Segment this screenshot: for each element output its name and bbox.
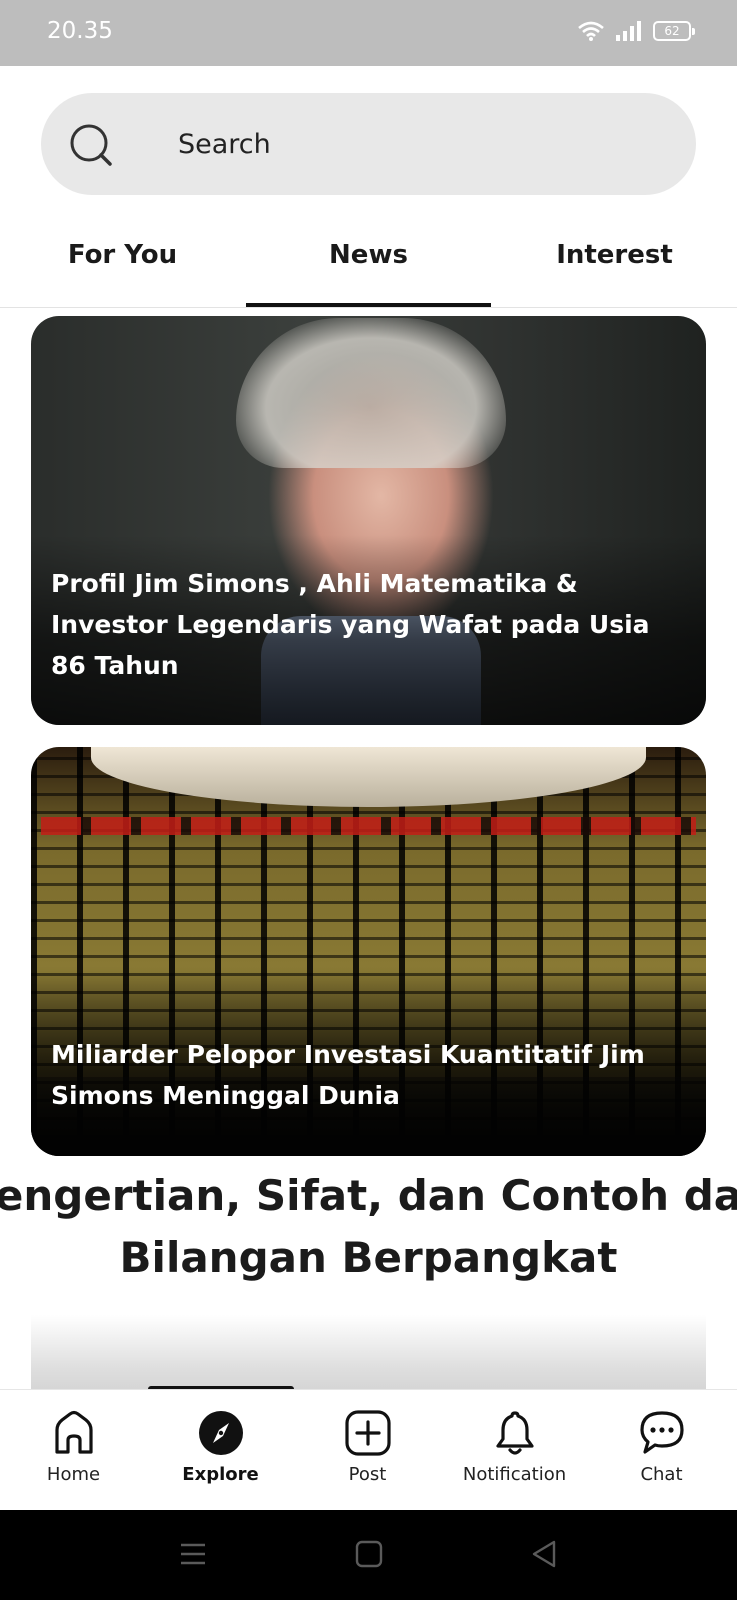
nav-notification[interactable]: Notification: [441, 1408, 588, 1485]
nav-label: Post: [348, 1464, 387, 1485]
battery-icon: 62: [653, 21, 695, 41]
nav-label: Notification: [462, 1464, 567, 1485]
back-icon[interactable]: [527, 1537, 561, 1571]
nav-home[interactable]: Home: [0, 1408, 147, 1485]
wifi-icon: [578, 21, 604, 41]
news-card[interactable]: Miliarder Pelopor Investasi Kuantitatif …: [31, 747, 706, 1156]
news-card-headline: Bilangan Berpangkat: [119, 1233, 618, 1282]
card-image: [91, 747, 646, 807]
news-card[interactable]: Profil Jim Simons , Ahli Matematika & In…: [31, 316, 706, 725]
status-icons: 62: [577, 20, 695, 42]
search-bar[interactable]: [41, 93, 696, 195]
tab-bar: For You News Interest: [0, 228, 737, 308]
news-card[interactable]: engertian, Sifat, dan Contoh da Bilangan…: [0, 1163, 737, 1393]
plus-square-icon: [344, 1410, 391, 1456]
nav-label: Chat: [640, 1464, 683, 1485]
active-tab-indicator: [246, 303, 491, 307]
nav-label: Explore: [182, 1464, 259, 1485]
system-nav-bar: [0, 1510, 737, 1600]
news-card-title: Profil Jim Simons , Ahli Matematika & In…: [51, 569, 650, 680]
tab-interest[interactable]: Interest: [492, 240, 737, 270]
nav-post[interactable]: Post: [294, 1408, 441, 1485]
news-card-headline: engertian, Sifat, dan Contoh da: [0, 1171, 737, 1220]
chat-icon: [639, 1411, 684, 1454]
nav-label: Home: [46, 1464, 101, 1485]
card-image-detail: [41, 817, 696, 835]
card-image: [236, 318, 506, 468]
home-square-icon[interactable]: [352, 1537, 386, 1571]
news-card-title: Miliarder Pelopor Investasi Kuantitatif …: [51, 1040, 645, 1110]
battery-level: 62: [664, 24, 680, 38]
nav-explore[interactable]: Explore: [147, 1408, 294, 1485]
bottom-nav: Home Explore Post Notification Chat: [0, 1389, 737, 1510]
menu-icon[interactable]: [176, 1537, 210, 1571]
tab-news[interactable]: News: [246, 240, 491, 270]
status-bar: 20.35 62: [0, 0, 737, 66]
search-icon: [70, 124, 112, 166]
bell-icon: [495, 1411, 534, 1455]
search-input[interactable]: [178, 121, 658, 167]
compass-icon: [198, 1411, 243, 1455]
nav-chat[interactable]: Chat: [588, 1408, 735, 1485]
status-time: 20.35: [47, 18, 113, 44]
tab-for-you[interactable]: For You: [0, 240, 245, 270]
card-image: [31, 1315, 706, 1393]
signal-icon: [616, 21, 641, 41]
home-icon: [54, 1410, 93, 1454]
